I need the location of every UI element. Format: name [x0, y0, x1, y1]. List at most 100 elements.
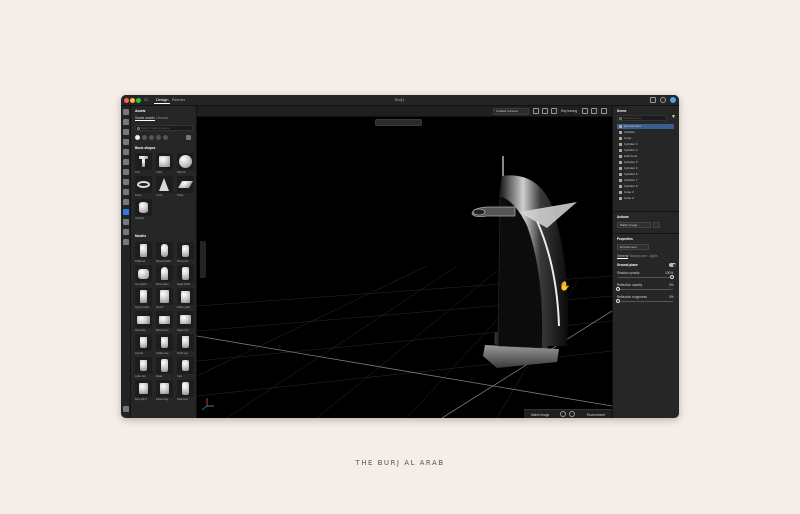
globe-icon[interactable]	[569, 411, 575, 417]
move-tool-icon[interactable]	[123, 129, 129, 135]
asset-model[interactable]	[177, 311, 194, 328]
pen-tool-icon[interactable]	[123, 139, 129, 145]
reflection-roughness-slider[interactable]	[618, 301, 673, 302]
tab-lights[interactable]: Lights	[649, 254, 658, 258]
reflection-opacity-knob[interactable]	[616, 287, 620, 291]
filter-icon[interactable]: ▼	[671, 115, 676, 120]
asset-model[interactable]	[135, 242, 152, 259]
asset-sphere[interactable]	[177, 153, 194, 170]
layer-item[interactable]: Cylinder 5	[617, 160, 674, 165]
asset-model[interactable]	[156, 265, 173, 282]
select-tool-icon[interactable]	[123, 119, 129, 125]
layer-item[interactable]: Cylinder	[617, 130, 674, 135]
asset-model[interactable]	[135, 288, 152, 305]
layer-item[interactable]: Cube 2	[617, 196, 674, 201]
selected-tool-icon[interactable]	[123, 209, 129, 215]
shadow-opacity-slider[interactable]	[618, 277, 673, 278]
asset-model[interactable]	[135, 334, 152, 351]
asset-model[interactable]	[156, 288, 173, 305]
tab-render[interactable]: Render	[170, 97, 187, 103]
asset-label: Paper bag	[156, 398, 168, 401]
avatar[interactable]	[670, 97, 676, 103]
viewport-view-controls[interactable]	[375, 119, 422, 126]
asset-search-input[interactable]: Search starter assets	[135, 125, 193, 131]
asset-model[interactable]	[156, 311, 173, 328]
camera-tool-icon[interactable]	[123, 229, 129, 235]
asset-torus[interactable]	[135, 176, 152, 193]
asset-model[interactable]	[177, 265, 194, 282]
environment-button[interactable]: Environment	[587, 413, 605, 417]
asset-cylinder[interactable]	[135, 199, 152, 216]
tab-general[interactable]: General	[617, 254, 629, 259]
asset-text[interactable]	[135, 153, 152, 170]
help-icon[interactable]	[123, 406, 129, 412]
layer-item[interactable]: Cylinder 4	[617, 142, 674, 147]
filter-chip-all[interactable]	[135, 135, 140, 140]
layer-item[interactable]: Environment	[617, 124, 674, 129]
asset-label: Pump bot	[177, 260, 189, 263]
zoom-tool-icon[interactable]	[123, 169, 129, 175]
asset-model[interactable]	[177, 242, 194, 259]
ground-plane-toggle[interactable]	[669, 263, 676, 267]
asset-model[interactable]	[135, 311, 152, 328]
zoom-controls[interactable]	[200, 241, 206, 278]
asset-model[interactable]	[135, 357, 152, 374]
filter-chip-lights[interactable]	[163, 135, 168, 140]
layer-item[interactable]: Cone	[617, 136, 674, 141]
match-image-button[interactable]: Match image	[531, 413, 549, 417]
assets-tool-icon[interactable]	[123, 109, 129, 115]
home-icon[interactable]: ⌂	[144, 97, 151, 104]
asset-model[interactable]	[177, 288, 194, 305]
pan-tool-icon[interactable]	[123, 189, 129, 195]
tab-starter-assets[interactable]: Starter assets	[135, 116, 155, 121]
app-window: ⌂ Design Render Burj1 Assets Starter ass…	[121, 95, 679, 418]
layer-item[interactable]: Cylinder 6	[617, 172, 674, 177]
asset-model[interactable]	[156, 380, 173, 397]
asset-model[interactable]	[156, 242, 173, 259]
asset-model[interactable]	[177, 380, 194, 397]
scene-search-input[interactable]: Search scene	[617, 115, 667, 121]
minimize-window-button[interactable]	[130, 98, 135, 103]
asset-model[interactable]	[156, 334, 173, 351]
asset-model[interactable]	[135, 265, 152, 282]
asset-plane[interactable]	[177, 176, 194, 193]
filter-chip-shapes[interactable]	[142, 135, 147, 140]
layer-item[interactable]: Cube 3	[617, 190, 674, 195]
settings-icon[interactable]	[660, 97, 666, 103]
layer-item[interactable]: Cylinder 7	[617, 178, 674, 183]
layer-item[interactable]: Half Cone	[617, 154, 674, 159]
asset-cube[interactable]	[156, 153, 173, 170]
layer-item[interactable]: Cylinder 2	[617, 148, 674, 153]
dolly-tool-icon[interactable]	[123, 199, 129, 205]
more-actions-button[interactable]	[653, 222, 660, 228]
text-tool-icon[interactable]	[123, 149, 129, 155]
asset-model[interactable]	[156, 357, 173, 374]
orbit-tool-icon[interactable]	[123, 179, 129, 185]
asset-cone[interactable]	[156, 176, 173, 193]
layer-item[interactable]: Cylinder 8	[617, 184, 674, 189]
asset-model[interactable]	[135, 380, 152, 397]
layer-item[interactable]: Cylinder 3	[617, 166, 674, 171]
filter-chip-models[interactable]	[149, 135, 154, 140]
magic-tool-icon[interactable]	[123, 239, 129, 245]
tab-libraries[interactable]: Libraries	[156, 116, 168, 120]
tab-background[interactable]: Background	[630, 254, 647, 258]
light-tool-icon[interactable]	[123, 219, 129, 225]
maximize-window-button[interactable]	[136, 98, 141, 103]
sun-icon[interactable]	[560, 411, 566, 417]
close-window-button[interactable]	[124, 98, 129, 103]
asset-model[interactable]	[177, 357, 194, 374]
burj-al-arab-model[interactable]: ✋	[471, 156, 577, 368]
reflection-roughness-knob[interactable]	[616, 299, 620, 303]
share-icon[interactable]	[650, 97, 656, 103]
grid-view-icon[interactable]	[186, 135, 191, 140]
3d-viewport[interactable]: Untitled Camera Ray tracing ✋ Match imag…	[197, 106, 612, 418]
asset-model[interactable]	[177, 334, 194, 351]
shadow-opacity-knob[interactable]	[670, 275, 674, 279]
reflection-opacity-slider[interactable]	[618, 289, 673, 290]
match-image-action-button[interactable]: Match image...	[617, 222, 651, 228]
filter-chip-materials[interactable]	[156, 135, 161, 140]
environment-properties-button[interactable]: Environment	[617, 244, 649, 250]
tab-design[interactable]: Design	[154, 97, 171, 104]
shape-tool-icon[interactable]	[123, 159, 129, 165]
